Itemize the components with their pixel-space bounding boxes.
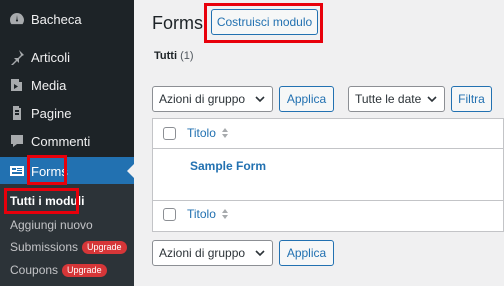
sidebar-item-label: Bacheca	[31, 11, 82, 27]
footer-divider	[153, 200, 503, 201]
forms-icon	[9, 163, 25, 179]
form-title-link[interactable]: Sample Form	[190, 159, 266, 173]
date-filter-select[interactable]: Tutte le date	[348, 86, 445, 112]
sidebar-item-pagine[interactable]: Pagine	[0, 99, 134, 127]
sidebar-item-forms[interactable]: Forms	[0, 157, 134, 185]
sidebar-item-label: Forms	[31, 163, 68, 179]
sidebar-item-bacheca[interactable]: Bacheca	[0, 5, 134, 33]
submenu-item-label: Tutti i moduli	[10, 194, 85, 208]
upgrade-badge: Upgrade	[82, 240, 127, 254]
header-divider	[153, 148, 503, 149]
comment-icon	[9, 133, 25, 149]
submenu-item-label: Submissions	[10, 240, 79, 254]
page-icon	[9, 105, 25, 121]
submenu-item-aggiungi-nuovo[interactable]: Aggiungi nuovo	[10, 215, 93, 235]
select-value: Azioni di gruppo	[159, 246, 246, 260]
select-all-checkbox[interactable]	[163, 127, 176, 140]
forms-table: Titolo Sample Form Titolo	[152, 118, 504, 232]
sidebar-item-commenti[interactable]: Commenti	[0, 127, 134, 155]
column-header-title[interactable]: Titolo	[187, 126, 229, 140]
admin-sidebar: Bacheca Articoli Media Pagine Commenti F…	[0, 0, 134, 286]
chevron-down-icon	[427, 96, 437, 103]
filter-count: (1)	[180, 50, 194, 62]
apply-button-top[interactable]: Applica	[279, 86, 334, 112]
apply-button-bottom[interactable]: Applica	[279, 240, 334, 266]
filter-button[interactable]: Filtra	[451, 86, 492, 112]
sidebar-item-label: Pagine	[31, 105, 72, 121]
forms-submenu: Tutti i moduli Aggiungi nuovo Submission…	[0, 184, 134, 286]
submenu-item-submissions[interactable]: Submissions Upgrade	[10, 237, 127, 257]
column-footer-title[interactable]: Titolo	[187, 207, 229, 221]
submenu-item-label: Coupons	[10, 263, 59, 277]
build-form-button[interactable]: Costruisci modulo	[211, 9, 318, 35]
submenu-item-tutti-i-moduli[interactable]: Tutti i moduli	[10, 191, 84, 211]
sidebar-item-label: Commenti	[31, 133, 91, 149]
dashboard-icon	[9, 11, 25, 27]
chevron-down-icon	[255, 96, 265, 103]
submenu-item-coupons[interactable]: Coupons Upgrade	[10, 260, 107, 280]
sidebar-item-label: Media	[31, 77, 67, 93]
column-header-label: Titolo	[187, 126, 216, 140]
column-footer-label: Titolo	[187, 207, 216, 221]
bulk-action-select-top[interactable]: Azioni di gruppo	[152, 86, 273, 112]
filter-all-link[interactable]: Tutti	[154, 50, 177, 62]
page-title: Forms	[152, 13, 203, 33]
pin-icon	[9, 49, 25, 65]
media-icon	[9, 77, 25, 93]
sidebar-item-label: Articoli	[31, 49, 71, 65]
select-value: Tutte le date	[355, 92, 422, 106]
submenu-item-label: Aggiungi nuovo	[10, 218, 93, 232]
sort-icon	[221, 127, 229, 139]
status-filter: Tutti (1)	[154, 50, 194, 62]
bulk-action-select-bottom[interactable]: Azioni di gruppo	[152, 240, 273, 266]
select-all-checkbox-footer[interactable]	[163, 208, 176, 221]
sidebar-item-articoli[interactable]: Articoli	[0, 43, 134, 71]
sidebar-item-media[interactable]: Media	[0, 71, 134, 99]
select-value: Azioni di gruppo	[159, 92, 246, 106]
chevron-down-icon	[255, 250, 265, 257]
sort-icon	[221, 208, 229, 220]
upgrade-badge: Upgrade	[62, 263, 107, 277]
